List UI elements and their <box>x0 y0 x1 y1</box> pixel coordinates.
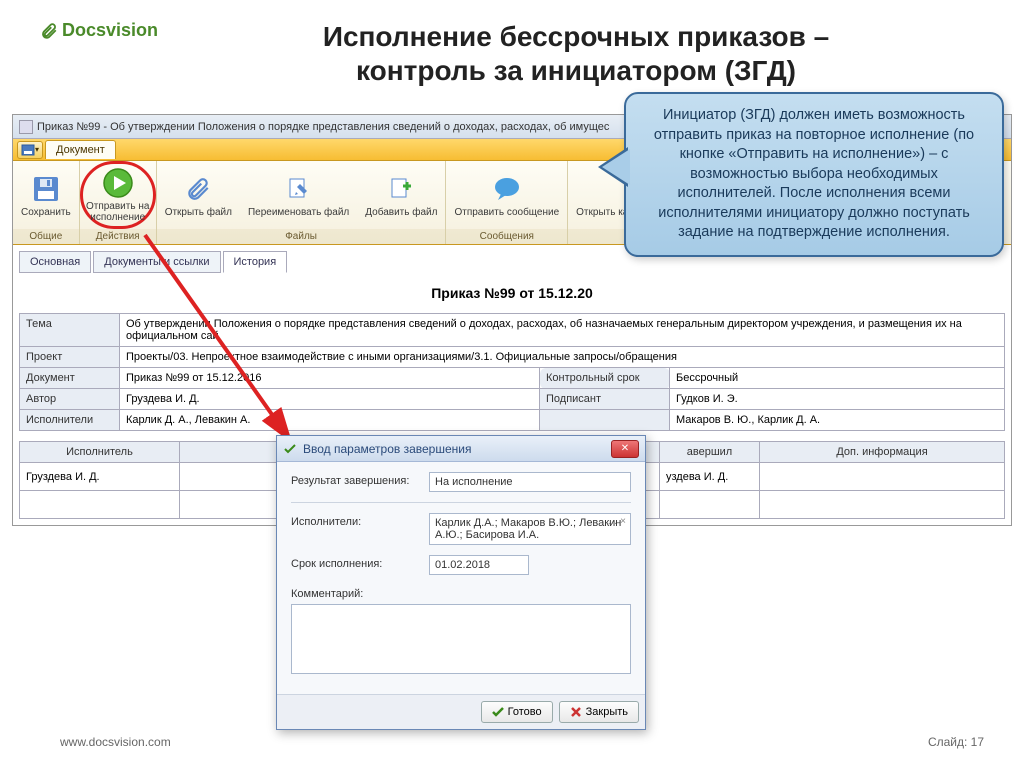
comment-label: Комментарий: <box>291 585 363 600</box>
slide-title: Исполнение бессрочных приказов – контрол… <box>158 20 994 87</box>
completion-dialog: Ввод параметров завершения ✕ Результат з… <box>276 435 646 730</box>
executors-label: Исполнители: <box>291 513 421 528</box>
window-title: Приказ №99 - Об утверждении Положения о … <box>37 121 609 133</box>
comment-textarea[interactable] <box>291 604 631 674</box>
executors-value: Карлик Д. А., Левакин А. <box>120 410 540 431</box>
result-label: Результат завершения: <box>291 472 421 487</box>
signer-label: Подписант <box>540 389 670 410</box>
author-label: Автор <box>20 389 120 410</box>
deadline-input[interactable]: 01.02.2018 <box>429 555 529 575</box>
paperclip-icon <box>182 173 214 205</box>
callout-text: Инициатор (ЗГД) должен иметь возможность… <box>654 107 974 240</box>
table-row: Тема Об утверждении Положения о порядке … <box>20 314 1005 347</box>
save-icon <box>21 144 35 156</box>
document-plus-icon <box>385 173 417 205</box>
check-icon <box>492 706 504 718</box>
dialog-title-bar[interactable]: Ввод параметров завершения ✕ <box>277 436 645 462</box>
send-message-button[interactable]: Отправить сообщение <box>446 161 567 229</box>
window-icon <box>19 120 33 134</box>
group-actions: Действия <box>80 229 156 244</box>
table-row: Исполнители Карлик Д. А., Левакин А. Мак… <box>20 410 1005 431</box>
footer-url: www.docsvision.com <box>60 735 171 749</box>
close-icon <box>570 706 582 718</box>
table-row: Автор Груздева И. Д. Подписант Гудков И.… <box>20 389 1005 410</box>
tab-main[interactable]: Основная <box>19 251 91 273</box>
footer-slide: Слайд: 17 <box>928 735 984 749</box>
logo-text: Docsvision <box>62 20 158 41</box>
group-common: Общие <box>13 229 79 244</box>
cancel-button[interactable]: Закрыть <box>559 701 639 723</box>
executors-label: Исполнители <box>20 410 120 431</box>
check-icon <box>283 442 297 456</box>
exec-name: Груздева И. Д. <box>20 463 180 491</box>
open-file-button[interactable]: Открыть файл <box>157 161 240 229</box>
exec-done: уздева И. Д. <box>660 463 760 491</box>
col-info: Доп. информация <box>760 442 1005 463</box>
deadline-label: Контрольный срок <box>540 368 670 389</box>
dialog-title: Ввод параметров завершения <box>303 442 471 456</box>
col-executor: Исполнитель <box>20 442 180 463</box>
group-files: Файлы <box>157 229 446 244</box>
signer-value: Гудков И. Э. <box>670 389 1005 410</box>
send-execution-button[interactable]: Отправить на исполнение <box>80 161 156 229</box>
floppy-icon <box>30 173 62 205</box>
document-heading: Приказ №99 от 15.12.20 <box>19 277 1005 313</box>
author-value: Груздева И. Д. <box>120 389 540 410</box>
callout: Инициатор (ЗГД) должен иметь возможность… <box>624 92 1004 257</box>
ribbon-tab-document[interactable]: Документ <box>45 140 116 159</box>
table-row: Проект Проекты/03. Непроектное взаимодей… <box>20 347 1005 368</box>
save-button[interactable]: Сохранить <box>13 161 79 229</box>
ok-button[interactable]: Готово <box>481 701 553 723</box>
topic-value: Об утверждении Положения о порядке предс… <box>120 314 1005 347</box>
project-label: Проект <box>20 347 120 368</box>
dialog-close-button[interactable]: ✕ <box>611 440 639 458</box>
group-messages: Сообщения <box>446 229 567 244</box>
tab-history[interactable]: История <box>223 251 288 273</box>
file-orb[interactable]: ▾ <box>17 141 43 159</box>
pencil-document-icon <box>283 173 315 205</box>
add-file-button[interactable]: Добавить файл <box>357 161 445 229</box>
deadline-label: Срок исполнения: <box>291 555 421 570</box>
rename-file-button[interactable]: Переименовать файл <box>240 161 357 229</box>
document-value: Приказ №99 от 15.12.2016 <box>120 368 540 389</box>
speech-bubble-icon <box>491 173 523 205</box>
table-row: Документ Приказ №99 от 15.12.2016 Контро… <box>20 368 1005 389</box>
logo: Docsvision <box>40 20 158 41</box>
clear-icon[interactable]: … × <box>607 516 626 527</box>
executors-input[interactable]: Карлик Д.А.; Макаров В.Ю.; Левакин А.Ю.;… <box>429 513 631 545</box>
col-completed: авершил <box>660 442 760 463</box>
paperclip-icon <box>40 22 58 40</box>
topic-label: Тема <box>20 314 120 347</box>
result-input[interactable]: На исполнение <box>429 472 631 492</box>
deadline-value: Бессрочный <box>670 368 1005 389</box>
tab-docs[interactable]: Документы и ссылки <box>93 251 220 273</box>
document-info-table: Тема Об утверждении Положения о порядке … <box>19 313 1005 431</box>
document-label: Документ <box>20 368 120 389</box>
executors-value2: Макаров В. Ю., Карлик Д. А. <box>670 410 1005 431</box>
project-value: Проекты/03. Непроектное взаимодействие с… <box>120 347 1005 368</box>
play-icon <box>102 167 134 199</box>
